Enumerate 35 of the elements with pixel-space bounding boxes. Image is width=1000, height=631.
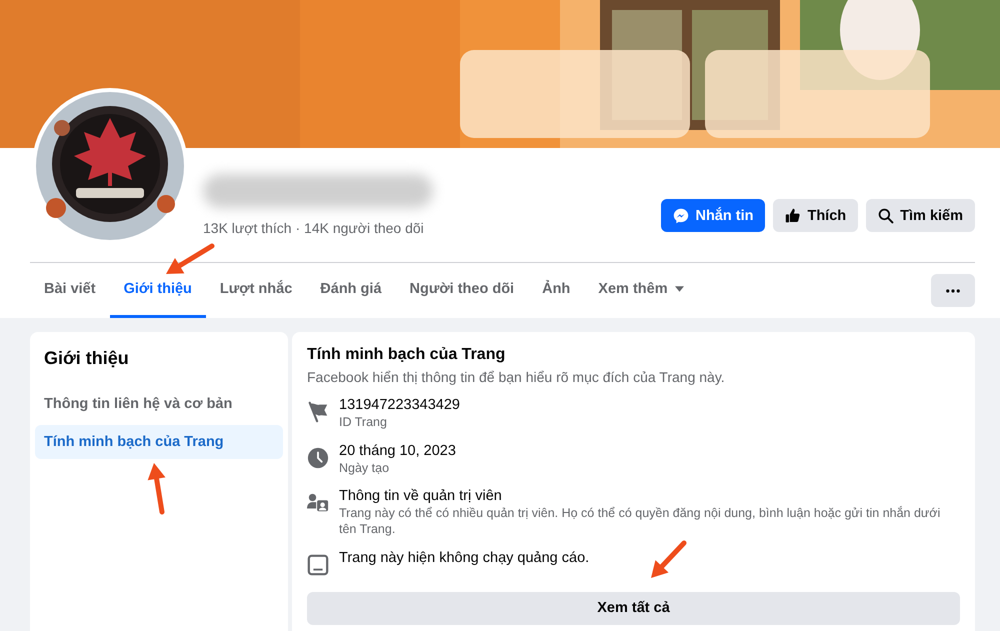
tab[interactable]: Người theo dõi bbox=[396, 262, 528, 318]
tab[interactable]: Lượt nhắc bbox=[206, 262, 306, 318]
people-icon bbox=[307, 492, 329, 514]
more-button[interactable] bbox=[931, 274, 975, 307]
tab[interactable]: Đánh giá bbox=[306, 262, 396, 318]
search-button[interactable]: Tìm kiếm bbox=[866, 199, 975, 232]
search-icon bbox=[878, 208, 894, 224]
sidebar-item[interactable]: Tính minh bạch của Trang bbox=[35, 425, 283, 459]
messenger-icon bbox=[673, 208, 690, 224]
like-button[interactable]: Thích bbox=[773, 199, 858, 232]
section-subtitle: Facebook hiển thị thông tin để bạn hiểu rõ mục đích của Trang này. bbox=[307, 369, 726, 385]
info-label: Ngày tạo bbox=[339, 460, 390, 476]
info-value: Thông tin về quản trị viên bbox=[339, 488, 502, 504]
see-all-button[interactable]: Xem tất cả bbox=[307, 592, 960, 624]
tab[interactable]: Xem thêm bbox=[584, 262, 698, 318]
thumbs-up-icon bbox=[785, 208, 802, 224]
annotation-arrow bbox=[148, 463, 166, 514]
section-title: Tính minh bạch của Trang bbox=[307, 346, 506, 364]
info-label: Trang này có thể có nhiều quản trị viên. Họ có thể có quyền đăng nội dung, bình luận hoặc gửi tin nhắn dưới tên Trang. bbox=[339, 506, 942, 538]
tab[interactable]: Bài viết bbox=[30, 262, 110, 318]
info-value: 20 tháng 10, 2023 bbox=[339, 442, 456, 459]
info-label: ID Trang bbox=[339, 415, 387, 431]
clock-icon bbox=[307, 446, 329, 469]
messenger-button[interactable]: Nhắn tin bbox=[661, 199, 766, 232]
screen-icon bbox=[307, 554, 329, 576]
sidebar-title: Giới thiệu bbox=[44, 348, 130, 369]
sidebar-item[interactable]: Thông tin liên hệ và cơ bản bbox=[35, 387, 283, 421]
annotation-arrow bbox=[651, 540, 686, 578]
tab[interactable]: Ảnh bbox=[528, 262, 584, 318]
info-value: Trang này hiện không chạy quảng cáo. bbox=[339, 550, 590, 566]
annotation-arrow bbox=[166, 244, 214, 274]
flag-icon bbox=[307, 401, 329, 423]
info-value: 131947223343429 bbox=[339, 397, 460, 413]
more-icon bbox=[946, 288, 960, 292]
page-stats: 13K lượt thích · 14K người theo dõi bbox=[203, 220, 425, 236]
